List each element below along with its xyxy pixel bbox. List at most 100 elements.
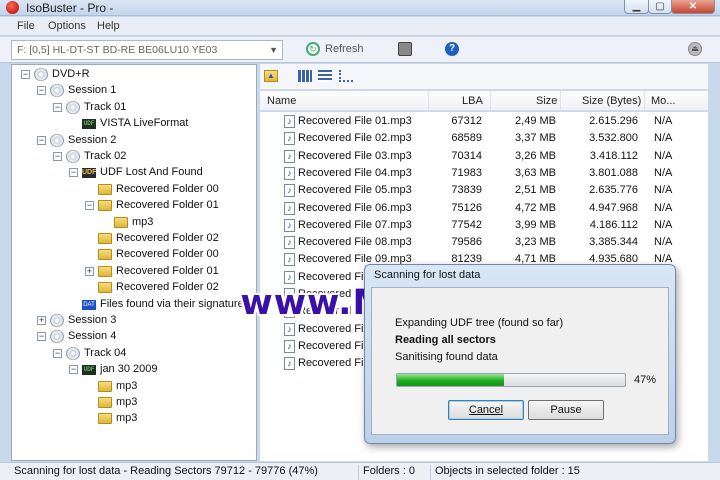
tree-node-label: Session 3 <box>68 314 117 326</box>
tree-pane[interactable]: − DVD+R − Session 1− Track 01 UDF VISTA LiveFo… <box>11 64 257 461</box>
expand-icon[interactable]: + <box>37 316 46 325</box>
tree-node[interactable]: − Recovered Folder 01 <box>12 198 256 214</box>
menu-file[interactable]: File <box>17 20 35 32</box>
table-row[interactable]: ♪ Recovered File 06.mp3 75126 4,72 MB 4.947.… <box>260 200 708 217</box>
minimize-button[interactable]: ▁ <box>624 0 649 14</box>
collapse-icon[interactable]: − <box>85 201 94 211</box>
table-row[interactable]: ♪ Recovered File 05.mp3 73839 2,51 MB 2.635.… <box>260 182 708 199</box>
tree-node[interactable]: + Session 3 <box>12 313 256 329</box>
drive-select[interactable]: F: [0,5] HL-DT-ST BD-RE BE06LU10 YE03 ▼ <box>11 40 283 60</box>
table-row[interactable]: ♪ Recovered File 08.mp3 79586 3,23 MB 3.385.… <box>260 234 708 251</box>
icon-view-icon[interactable] <box>298 70 312 82</box>
tree-node[interactable]: UDF VISTA LiveFormat <box>12 116 256 132</box>
eject-icon[interactable]: ⏏ <box>688 42 702 56</box>
collapse-icon[interactable]: − <box>37 86 46 96</box>
tree-node-label: Recovered Folder 02 <box>116 281 219 294</box>
table-row[interactable]: ♪ Recovered File 02.mp3 68589 3,37 MB 3.532.… <box>260 130 708 147</box>
list-toolbar: ▲ <box>260 64 708 90</box>
pause-button[interactable]: Pause <box>528 400 604 420</box>
file-modified: N/A <box>654 166 673 179</box>
collapse-icon[interactable]: − <box>69 365 78 375</box>
tree-view-icon[interactable] <box>339 70 353 82</box>
file-lba: 71983 <box>451 166 482 179</box>
collapse-icon[interactable]: − <box>37 135 46 145</box>
tree-node[interactable]: Recovered Folder 02 <box>12 280 256 296</box>
tree-node[interactable]: mp3 <box>12 395 256 411</box>
column-separator[interactable] <box>644 91 645 111</box>
file-lba: 75126 <box>451 201 482 214</box>
collapse-icon[interactable]: − <box>21 70 30 79</box>
tree-node-label: Track 01 <box>84 100 127 113</box>
table-row[interactable]: ♪ Recovered File 07.mp3 77542 3,99 MB 4.186.… <box>260 217 708 234</box>
tree-node[interactable]: + Recovered Folder 01 <box>12 264 256 280</box>
collapse-icon[interactable]: − <box>37 332 46 342</box>
column-separator[interactable] <box>560 91 561 111</box>
tree-node[interactable]: − Session 1 <box>12 83 256 99</box>
column-separator[interactable] <box>490 91 491 111</box>
tree-node-label: jan 30 2009 <box>100 363 158 376</box>
file-name: Recovered File 02.mp3 <box>298 132 412 145</box>
cancel-button[interactable]: Cancel <box>448 400 524 420</box>
tree-node-label: mp3 <box>116 379 138 392</box>
toolbar: F: [0,5] HL-DT-ST BD-RE BE06LU10 YE03 ▼ … <box>0 37 720 63</box>
refresh-icon[interactable]: ↻ <box>306 42 320 56</box>
status-bar: Scanning for lost data - Reading Sectors… <box>0 462 720 480</box>
tree-node-label: Session 2 <box>68 133 117 146</box>
tree-node[interactable]: Recovered Folder 02 <box>12 231 256 247</box>
file-name: Recovered File <box>298 288 372 300</box>
audio-file-icon: ♪ <box>284 305 295 319</box>
tree-node[interactable]: Recovered Folder 00 <box>12 247 256 263</box>
tree-node[interactable]: − Session 4 <box>12 329 256 345</box>
collapse-icon[interactable]: − <box>53 348 62 358</box>
file-size-bytes: 2.615.296 <box>589 115 638 127</box>
up-folder-icon[interactable]: ▲ <box>264 70 278 82</box>
column-separator[interactable] <box>428 91 429 111</box>
tree-node[interactable]: − Track 04 <box>12 346 256 362</box>
tree-node[interactable]: − Track 01 <box>12 100 256 116</box>
drive-properties-icon[interactable] <box>398 42 412 56</box>
dialog-title: Scanning for lost data <box>374 269 481 281</box>
file-name: Recovered File 06.mp3 <box>298 201 412 214</box>
collapse-icon[interactable]: − <box>53 102 62 112</box>
tree-node-label: Files found via their signature <box>100 297 244 310</box>
table-row[interactable]: ♪ Recovered File 01.mp3 67312 2,49 MB 2.615.… <box>260 113 708 130</box>
details-view-icon[interactable] <box>318 70 332 82</box>
tree-node[interactable]: Recovered Folder 00 <box>12 182 256 198</box>
disc-drive-icon <box>34 68 48 81</box>
menu-help[interactable]: Help <box>97 20 120 32</box>
dialog-step-2: Reading all sectors <box>395 334 496 346</box>
tree-node[interactable]: − UDF UDF Lost And Found <box>12 165 256 181</box>
tree-node-label: UDF Lost And Found <box>100 166 203 179</box>
table-row[interactable]: ♪ Recovered File 04.mp3 71983 3,63 MB 3.801.… <box>260 165 708 182</box>
column-modified[interactable]: Mo... <box>651 95 675 107</box>
column-lba[interactable]: LBA <box>462 95 483 107</box>
tree-node[interactable]: DAT Files found via their signature <box>12 297 256 313</box>
help-icon[interactable]: ? <box>445 42 459 56</box>
menu-options[interactable]: Options <box>48 20 86 32</box>
close-button[interactable]: ✕ <box>671 0 715 14</box>
status-folders: Folders : 0 <box>358 465 415 480</box>
file-size-bytes: 3.418.112 <box>589 149 638 162</box>
file-lba: 68589 <box>451 132 482 145</box>
table-row[interactable]: ♪ Recovered File 03.mp3 70314 3,26 MB 3.418.… <box>260 148 708 165</box>
tree-node[interactable]: − DVD+R <box>12 67 256 83</box>
collapse-icon[interactable]: − <box>69 168 78 178</box>
tree-node-label: mp3 <box>116 412 138 425</box>
column-name[interactable]: Name <box>267 95 296 107</box>
tree-node[interactable]: mp3 <box>12 215 256 231</box>
tree-node-label: Session 4 <box>68 330 117 343</box>
tree-node[interactable]: mp3 <box>12 411 256 427</box>
expand-icon[interactable]: + <box>85 266 94 276</box>
tree-node[interactable]: − Session 2 <box>12 133 256 149</box>
column-size-bytes[interactable]: Size (Bytes) <box>582 95 641 107</box>
column-size[interactable]: Size <box>536 95 557 107</box>
tree-node[interactable]: − Track 02 <box>12 149 256 165</box>
refresh-button[interactable]: Refresh <box>325 43 364 55</box>
maximize-button[interactable]: ▢ <box>648 0 672 14</box>
tree-node[interactable]: mp3 <box>12 379 256 395</box>
collapse-icon[interactable]: − <box>53 152 62 161</box>
file-name: Recovered File 05.mp3 <box>298 184 412 197</box>
tree-node[interactable]: − UDF jan 30 2009 <box>12 362 256 378</box>
filesystem-badge-icon: UDF <box>82 365 96 376</box>
file-size: 4,72 MB <box>515 201 556 214</box>
